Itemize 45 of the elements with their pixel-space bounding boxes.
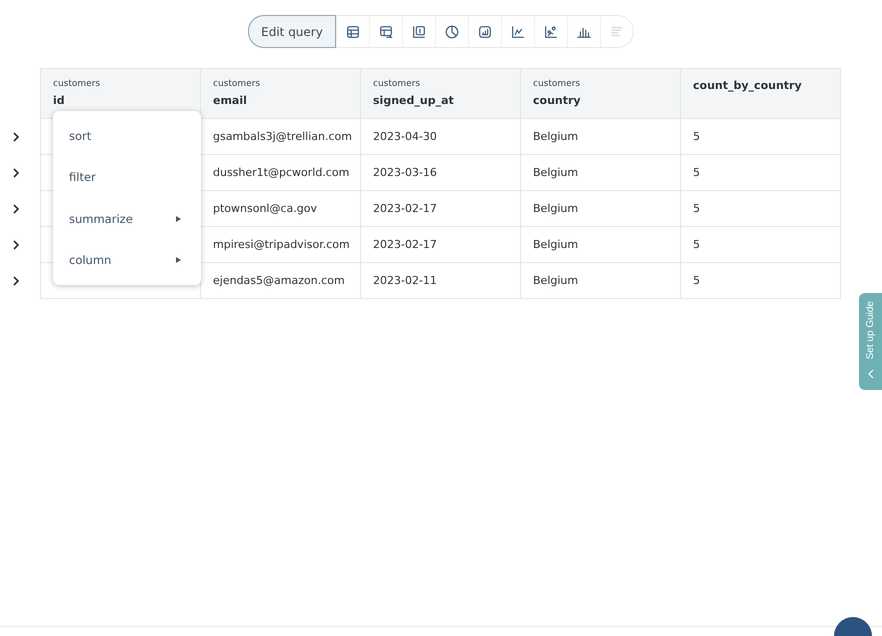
scatter-chart-icon (542, 24, 559, 40)
table-cell: 5 (680, 226, 840, 262)
column-header[interactable]: count_by_country (680, 68, 840, 118)
column-source: customers (53, 79, 102, 89)
chevron-right-icon (11, 240, 21, 250)
column-source: customers (373, 79, 422, 89)
column-header[interactable]: customers country (520, 68, 680, 118)
column-header[interactable]: customers signed_up_at (360, 68, 520, 118)
menu-item[interactable]: column (53, 240, 201, 281)
menu-item[interactable]: filter (53, 156, 201, 198)
chevron-right-icon (11, 276, 21, 286)
column-name: signed_up_at (373, 94, 454, 107)
column-name: email (213, 94, 247, 107)
table-cell: Belgium (520, 118, 680, 154)
column-name: id (53, 94, 65, 107)
table-cell: 2023-02-17 (360, 190, 520, 226)
table-cell: Belgium (520, 262, 680, 298)
pie-chart-icon (444, 24, 460, 40)
table-cell: 5 (680, 154, 840, 190)
column-header[interactable]: customers email (200, 68, 360, 118)
pivot-table-icon (378, 24, 394, 40)
column-source: customers (533, 79, 582, 89)
chevron-right-icon (11, 132, 21, 142)
gauge-icon (476, 24, 493, 40)
table-cell: 5 (680, 190, 840, 226)
table-cell: 2023-02-17 (360, 226, 520, 262)
table-cell: 5 (680, 118, 840, 154)
table-icon (344, 24, 361, 40)
table-cell: Belgium (520, 190, 680, 226)
column-source: customers (213, 79, 262, 89)
table-cell: 2023-02-11 (360, 262, 520, 298)
edit-query-button[interactable]: Edit query (248, 15, 336, 48)
chevron-right-icon (11, 168, 21, 178)
line-chart-icon (510, 24, 526, 40)
table-cell: 5 (680, 262, 840, 298)
table-cell: 2023-04-30 (360, 118, 520, 154)
table-cell: Belgium (520, 226, 680, 262)
number-icon (410, 24, 427, 40)
table-cell: Belgium (520, 154, 680, 190)
menu-item[interactable]: summarize (53, 198, 201, 240)
column-name: count_by_country (693, 79, 802, 92)
table-cell: 2023-03-16 (360, 154, 520, 190)
column-name: country (533, 94, 581, 107)
chevron-left-icon (866, 369, 874, 380)
chevron-right-icon (11, 204, 21, 214)
